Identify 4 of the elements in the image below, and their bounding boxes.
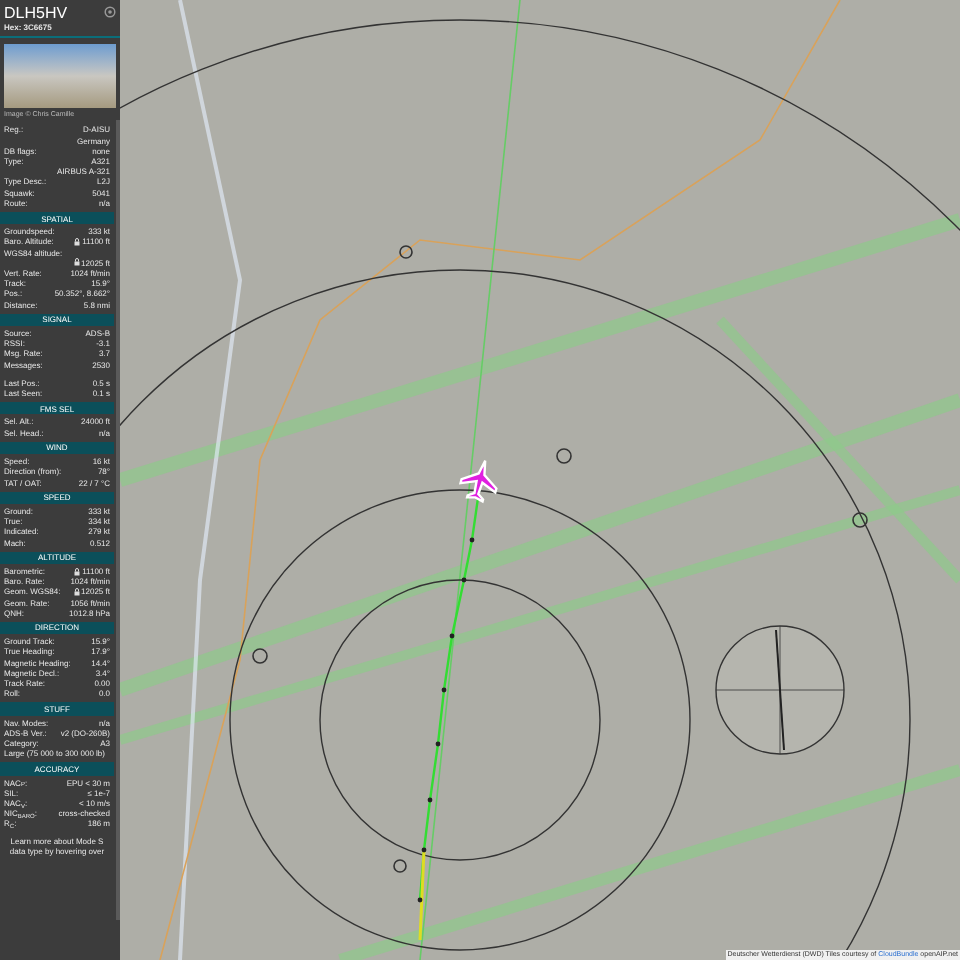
scrollbar[interactable] bbox=[116, 120, 120, 920]
settings-icon[interactable] bbox=[104, 6, 116, 18]
aircraft-photo bbox=[4, 44, 116, 109]
callsign-title: DLH5HV bbox=[4, 4, 68, 22]
